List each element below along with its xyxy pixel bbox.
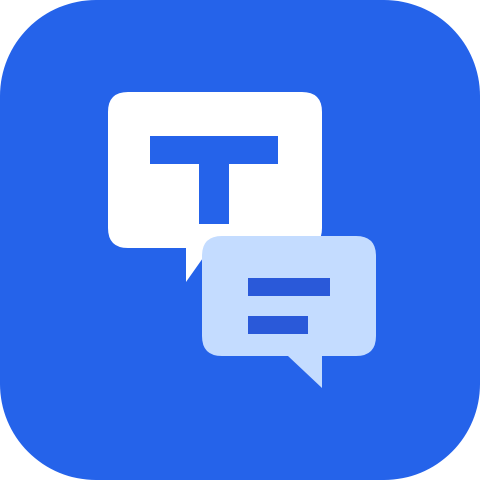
app-icon-canvas (0, 0, 480, 480)
chat-translate-app-icon[interactable] (0, 0, 480, 480)
